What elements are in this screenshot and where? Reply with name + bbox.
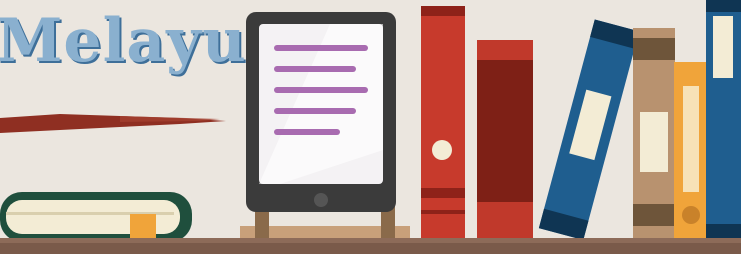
brush-stroke <box>0 114 226 133</box>
blue-book-right <box>706 0 741 240</box>
brown-book <box>633 28 675 240</box>
tilted-blue-book <box>538 19 640 241</box>
shelf-edge <box>0 238 741 243</box>
bookshelf-illustration <box>0 0 741 254</box>
red-book <box>421 6 465 240</box>
orange-book <box>674 62 708 240</box>
dark-red-book <box>477 40 533 240</box>
ereader-icon <box>240 12 410 240</box>
banner: Melayu <box>0 0 741 254</box>
